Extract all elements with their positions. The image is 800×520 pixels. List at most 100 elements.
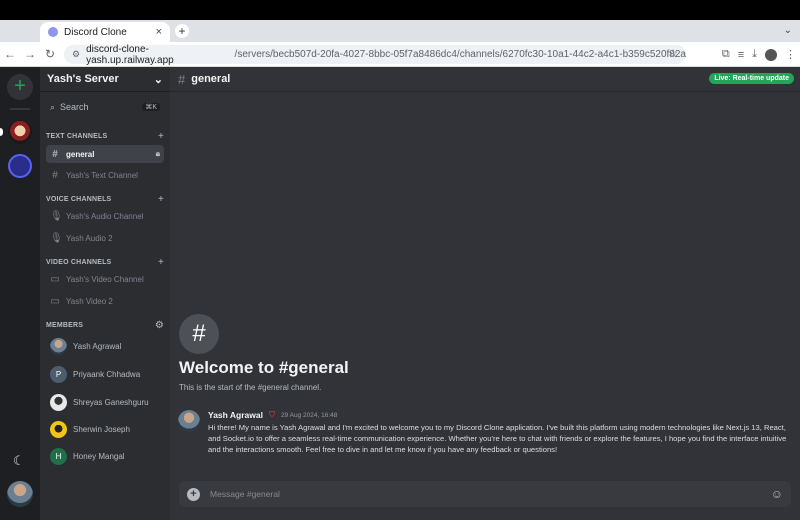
window-top-bar (0, 0, 800, 20)
section-label: TEXT CHANNELS (46, 133, 108, 140)
microphone-icon: 🎙︎ (50, 232, 63, 244)
live-status-badge: Live: Real-time update (709, 73, 794, 84)
star-icon[interactable]: ☆ (668, 47, 678, 60)
tab-title: Discord Clone (64, 26, 127, 38)
section-label: VIDEO CHANNELS (46, 259, 112, 266)
member-item[interactable]: Shreyas Ganeshguru (50, 392, 168, 412)
avatar: P (50, 365, 67, 383)
message-timestamp: 29 Aug 2024, 16:48 (280, 411, 338, 419)
tab-close-icon[interactable]: × (156, 26, 162, 38)
message-input[interactable] (210, 489, 761, 499)
menu-icon[interactable]: ⋮ (785, 48, 796, 61)
manage-members-gear-icon[interactable]: ⚙ (155, 320, 164, 331)
welcome-subtitle: This is the start of the #general channe… (179, 383, 322, 392)
channel-label: Yash Video 2 (66, 296, 113, 306)
microphone-icon: 🎙︎ (50, 210, 63, 222)
channel-label: Yash's Text Channel (66, 170, 138, 180)
member-name: Honey Mangal (73, 451, 125, 461)
channel-item-yash-video-2[interactable]: ▭ Yash Video 2 (46, 292, 164, 310)
reload-icon[interactable]: ↻ (40, 47, 60, 61)
server-icon-discord[interactable] (8, 154, 32, 178)
message-author[interactable]: Yash Agrawal (208, 410, 263, 420)
search-label: Search (60, 102, 89, 112)
channel-label: Yash Audio 2 (66, 233, 113, 243)
section-label: VOICE CHANNELS (46, 196, 112, 203)
channel-label: Yash's Audio Channel (66, 211, 144, 221)
member-item[interactable]: Sherwin Joseph (50, 419, 168, 439)
new-tab-button[interactable]: + (175, 24, 189, 38)
rail-divider (10, 108, 30, 110)
browser-toolbar: ← → ↻ ⚙ discord-clone-yash.up.railway.ap… (0, 42, 800, 67)
channel-sidebar: Yash's Server ⌄ ⌕ Search ⌘K TEXT CHANNEL… (40, 67, 170, 520)
section-video-channels: VIDEO CHANNELS + (46, 257, 164, 268)
add-text-channel-icon[interactable]: + (158, 131, 164, 142)
add-video-channel-icon[interactable]: + (158, 257, 164, 268)
active-server-indicator (0, 128, 3, 136)
message-avatar[interactable] (178, 410, 200, 432)
message-composer: + ☺ (179, 481, 791, 507)
add-server-button[interactable]: + (7, 74, 33, 100)
server-header[interactable]: Yash's Server ⌄ (40, 67, 170, 92)
hash-icon: # (178, 71, 186, 87)
channel-label: Yash's Video Channel (66, 274, 144, 284)
search-shortcut: ⌘K (142, 103, 160, 111)
site-info-icon[interactable]: ⚙ (72, 49, 80, 60)
chat-message: Yash Agrawal ⛉ 29 Aug 2024, 16:48 Hi the… (178, 410, 790, 455)
channel-item-yash-audio-2[interactable]: 🎙︎ Yash Audio 2 (46, 229, 164, 247)
video-camera-icon: ▭ (50, 273, 60, 285)
server-name: Yash's Server (47, 73, 119, 85)
url-host: discord-clone-yash.up.railway.app (86, 43, 174, 66)
message-text: Hi there! My name is Yash Agrawal and I'… (208, 423, 787, 454)
avatar (50, 337, 67, 355)
member-item[interactable]: Yash Agrawal (50, 336, 168, 356)
theme-toggle-icon[interactable]: ☾ (13, 453, 25, 469)
browser-tab[interactable]: Discord Clone × (40, 22, 170, 42)
channel-title: general (191, 73, 231, 85)
avatar: H (50, 447, 67, 465)
channel-item-general[interactable]: # general 🔒︎ (46, 145, 164, 163)
avatar (50, 393, 67, 411)
member-name: Sherwin Joseph (73, 424, 130, 434)
profile-icon[interactable] (765, 48, 777, 61)
section-label: MEMBERS (46, 322, 84, 329)
section-text-channels: TEXT CHANNELS + (46, 131, 164, 142)
channel-item-yash-audio[interactable]: 🎙︎ Yash's Audio Channel (46, 207, 164, 225)
forward-icon[interactable]: → (20, 47, 40, 61)
welcome-title: Welcome to #general (179, 358, 349, 377)
toolbar-actions: ⧉ ≡ ⤓ ⋮ (722, 42, 796, 67)
tab-strip: Discord Clone × + ⌄ (0, 20, 800, 42)
address-bar[interactable]: ⚙ discord-clone-yash.up.railway.app /ser… (64, 43, 686, 66)
channel-item-yash-text[interactable]: # Yash's Text Channel (46, 166, 164, 184)
channel-item-yash-video[interactable]: ▭ Yash's Video Channel (46, 270, 164, 288)
media-icon[interactable]: ≡ (738, 49, 744, 61)
tab-search-icon[interactable]: ⌄ (784, 25, 792, 36)
admin-shield-icon: ⛉ (268, 410, 275, 419)
lock-icon: 🔒︎ (155, 149, 160, 158)
server-rail: + ☾ (0, 67, 40, 520)
video-camera-icon: ▭ (50, 295, 60, 307)
extensions-icon[interactable]: ⧉ (722, 48, 730, 61)
member-item[interactable]: H Honey Mangal (50, 446, 168, 466)
chat-header: # general (170, 67, 800, 92)
url-path: /servers/becb507d-20fa-4027-8bbc-05f7a84… (234, 49, 686, 60)
search-button[interactable]: ⌕ Search ⌘K (46, 99, 164, 115)
hash-icon: # (52, 169, 58, 181)
welcome-hash-icon: # (179, 314, 219, 354)
back-icon[interactable]: ← (0, 47, 20, 61)
download-icon[interactable]: ⤓ (752, 48, 757, 61)
discord-favicon-icon (48, 27, 58, 37)
member-name: Yash Agrawal (73, 341, 122, 351)
message-body: Yash Agrawal ⛉ 29 Aug 2024, 16:48 Hi the… (208, 410, 790, 455)
channel-label: general (66, 149, 95, 159)
member-name: Priyaank Chhadwa (73, 369, 141, 379)
server-icon-yash[interactable] (8, 120, 32, 144)
user-avatar-button[interactable] (7, 481, 33, 507)
member-item[interactable]: P Priyaank Chhadwa (50, 364, 168, 384)
member-name: Shreyas Ganeshguru (73, 397, 149, 407)
attach-file-button[interactable]: + (187, 487, 200, 501)
add-voice-channel-icon[interactable]: + (158, 194, 164, 205)
emoji-picker-icon[interactable]: ☺ (771, 487, 783, 501)
chevron-down-icon: ⌄ (153, 73, 163, 86)
chat-area: # general Live: Real-time update # Welco… (170, 67, 800, 520)
avatar (50, 420, 67, 438)
